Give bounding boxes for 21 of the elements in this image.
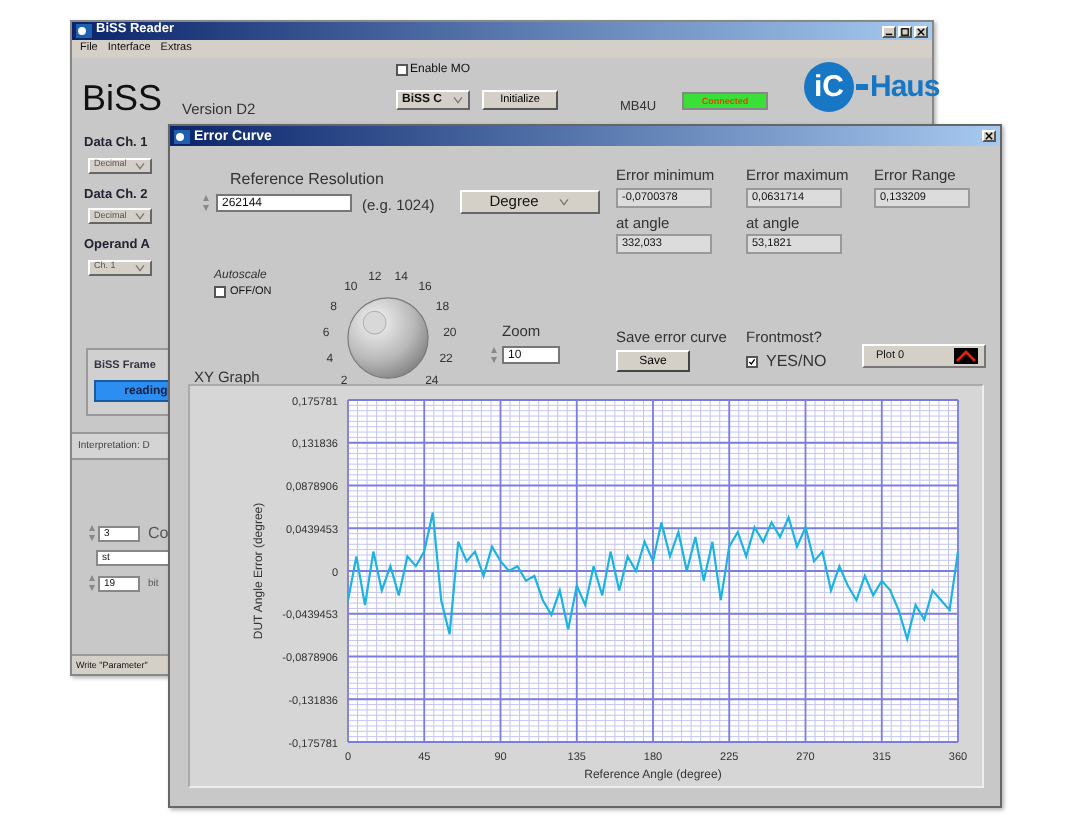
logo-mark: iC [804, 62, 854, 112]
close-button[interactable] [914, 25, 928, 37]
logo-text: Haus [870, 70, 940, 104]
close-button[interactable] [982, 130, 996, 142]
maximize-button[interactable] [898, 25, 912, 37]
app-icon [76, 24, 92, 38]
logo-dash-icon [856, 84, 868, 90]
checkbox[interactable] [746, 355, 758, 367]
checkbox[interactable] [396, 64, 408, 76]
field-label: Reference Resolution [230, 170, 384, 188]
minimize-button[interactable] [882, 25, 896, 37]
app-icon [174, 129, 190, 143]
checkbox-label: YES/NO [766, 352, 827, 370]
close-icon [984, 132, 994, 140]
maximize-icon [900, 27, 910, 35]
line-style-icon [954, 348, 978, 364]
parameter-label: Co [148, 524, 169, 542]
checkbox[interactable] [214, 286, 226, 298]
zoom-knob[interactable] [346, 296, 430, 380]
product-name: BiSS [82, 80, 163, 116]
close-icon [916, 27, 926, 35]
